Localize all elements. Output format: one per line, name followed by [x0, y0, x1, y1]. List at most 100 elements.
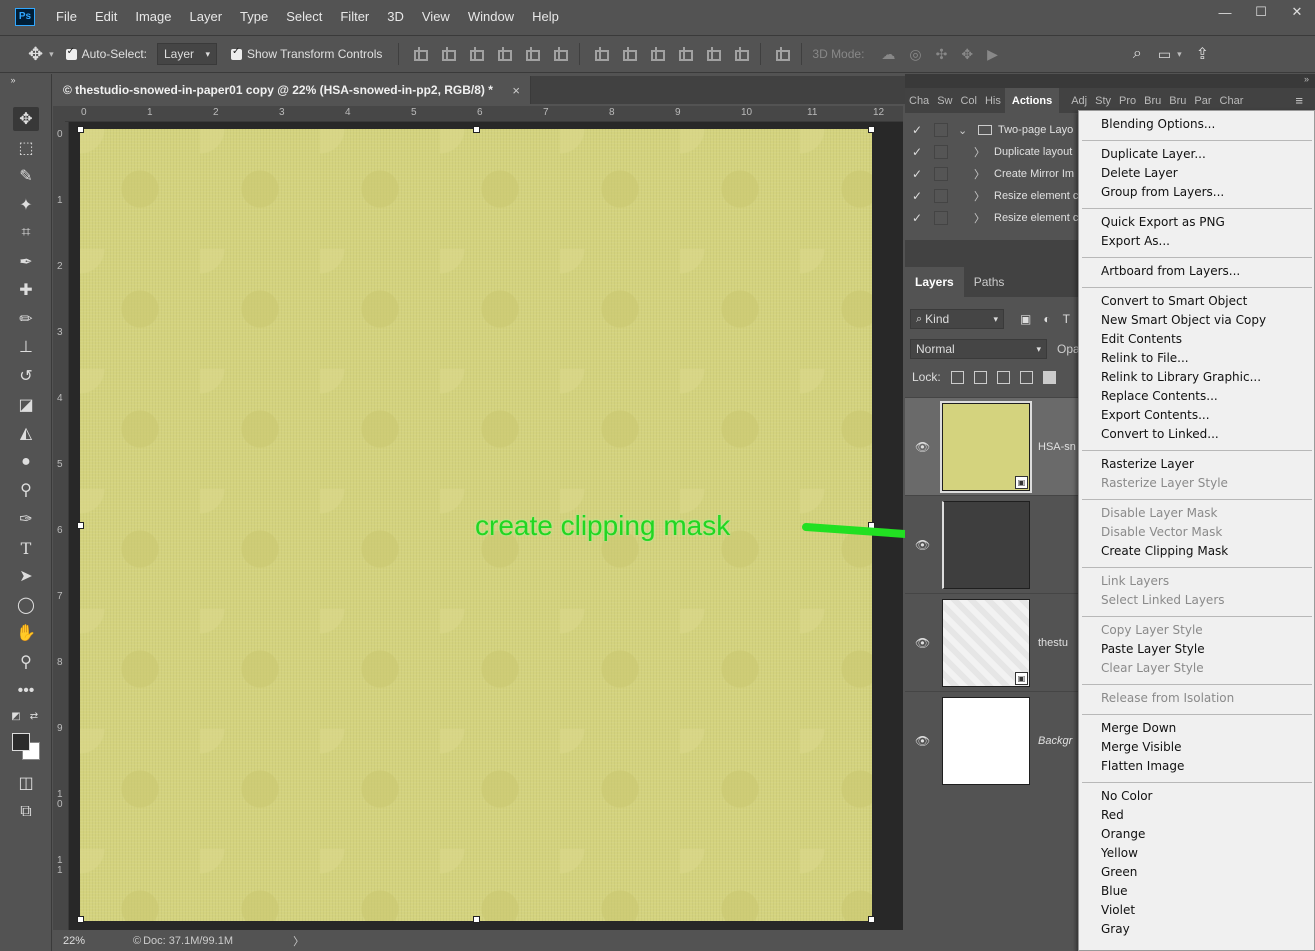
default-colors-icon[interactable]: ◩: [10, 710, 22, 722]
magic-wand-tool-icon[interactable]: ✦: [13, 193, 39, 217]
panel-tab[interactable]: Pro: [1115, 95, 1140, 107]
layer-name[interactable]: HSA-sn: [1038, 441, 1076, 453]
swap-colors-icon[interactable]: ⇄: [28, 710, 40, 722]
3d-slide-icon[interactable]: ✥: [961, 46, 973, 63]
panel-tab[interactable]: Adj: [1067, 95, 1091, 107]
menu-edit[interactable]: Edit: [86, 9, 126, 24]
eye-icon[interactable]: 👁: [915, 734, 930, 748]
panel-tab[interactable]: Sty: [1091, 95, 1115, 107]
auto-align-icon[interactable]: [773, 46, 791, 62]
history-brush-tool-icon[interactable]: ↺: [13, 364, 39, 388]
brush-tool-icon[interactable]: ✏: [13, 307, 39, 331]
tool-preset-chevron-icon[interactable]: ▾: [49, 49, 54, 60]
close-icon[interactable]: ×: [512, 83, 520, 98]
layer-thumbnail[interactable]: ▣: [940, 400, 1032, 493]
path-selection-tool-icon[interactable]: ➤: [13, 564, 39, 588]
vertical-ruler[interactable]: 0 1 2 3 4 5 6 7 8 9 1 0 1 1: [53, 122, 69, 930]
context-menu-item[interactable]: Flatten Image: [1101, 759, 1184, 773]
panel-tab[interactable]: Char: [1216, 95, 1248, 107]
panel-tab[interactable]: Bru: [1140, 95, 1165, 107]
check-icon[interactable]: ✓: [912, 189, 926, 203]
dodge-tool-icon[interactable]: ⚲: [13, 478, 39, 502]
lock-transparent-icon[interactable]: [950, 370, 964, 384]
menu-type[interactable]: Type: [231, 9, 277, 24]
panel-tab[interactable]: Par: [1190, 95, 1215, 107]
dialog-toggle-box[interactable]: [934, 189, 948, 203]
more-tools-icon[interactable]: •••: [13, 679, 39, 703]
chevron-down-icon[interactable]: ⌄: [958, 124, 972, 137]
context-menu-item[interactable]: Artboard from Layers...: [1101, 264, 1240, 278]
quick-mask-icon[interactable]: ◫: [13, 771, 39, 795]
context-menu-item[interactable]: Green: [1101, 865, 1137, 879]
blur-tool-icon[interactable]: ●: [13, 450, 39, 474]
status-chevron-icon[interactable]: 〉: [293, 933, 304, 949]
layer-thumbnail[interactable]: [942, 696, 1030, 785]
chevron-right-icon[interactable]: 〉: [974, 166, 988, 182]
context-menu-item[interactable]: Quick Export as PNG: [1101, 215, 1225, 229]
tab-layers[interactable]: Layers: [905, 267, 964, 297]
collapse-panel-icon[interactable]: »: [6, 74, 20, 86]
share-icon[interactable]: ⇪: [1196, 44, 1209, 64]
layer-filter-kind-dropdown[interactable]: ⌕ Kind ▾: [910, 309, 1004, 329]
context-menu-item[interactable]: Create Clipping Mask: [1101, 544, 1228, 558]
tab-paths[interactable]: Paths: [964, 267, 1015, 297]
screen-mode-icon[interactable]: ⧉: [13, 800, 39, 824]
pen-tool-icon[interactable]: ✑: [13, 507, 39, 531]
horizontal-ruler[interactable]: 0 1 2 3 4 5 6 7 8 9 10 11 12: [65, 106, 903, 122]
search-icon[interactable]: ⌕: [1133, 45, 1142, 63]
workspace-icon[interactable]: ▭: [1158, 46, 1171, 63]
panel-menu-icon[interactable]: ≡: [1295, 93, 1303, 108]
context-menu-item[interactable]: Blending Options...: [1101, 117, 1215, 131]
healing-brush-tool-icon[interactable]: ✚: [13, 278, 39, 302]
filter-pixel-icon[interactable]: ▣: [1020, 312, 1031, 326]
chevron-down-icon[interactable]: ▾: [1177, 49, 1182, 60]
menu-layer[interactable]: Layer: [181, 9, 232, 24]
context-menu-item[interactable]: Export As...: [1101, 234, 1170, 248]
ellipse-tool-icon[interactable]: ◯: [13, 593, 39, 617]
transform-handle[interactable]: [868, 126, 875, 133]
panel-tab[interactable]: Bru: [1165, 95, 1190, 107]
context-menu-item[interactable]: Orange: [1101, 827, 1145, 841]
panel-dock-header[interactable]: »: [905, 74, 1315, 88]
context-menu-item[interactable]: Replace Contents...: [1101, 389, 1218, 403]
panel-tab[interactable]: Actions: [1004, 88, 1060, 113]
check-icon[interactable]: ✓: [912, 211, 926, 225]
menu-3d[interactable]: 3D: [378, 9, 413, 24]
blend-mode-dropdown[interactable]: Normal ▾: [910, 339, 1047, 359]
context-menu-item[interactable]: Blue: [1101, 884, 1128, 898]
dialog-toggle-box[interactable]: [934, 211, 948, 225]
dialog-toggle-box[interactable]: [934, 145, 948, 159]
distribute-left-icon[interactable]: [676, 46, 694, 62]
transform-handle[interactable]: [868, 916, 875, 923]
context-menu-item[interactable]: Gray: [1101, 922, 1130, 936]
marquee-tool-icon[interactable]: ⬚: [13, 136, 39, 160]
filter-type-icon[interactable]: T: [1063, 312, 1070, 326]
panel-tab[interactable]: Col: [956, 95, 981, 107]
transform-handle[interactable]: [77, 522, 84, 529]
align-left-icon[interactable]: [495, 46, 513, 62]
collapse-panels-icon[interactable]: »: [1304, 74, 1309, 84]
layer-name[interactable]: thestu: [1038, 637, 1068, 649]
context-menu-item[interactable]: Rasterize Layer: [1101, 457, 1194, 471]
move-tool-icon[interactable]: ✥: [13, 107, 39, 131]
context-menu-item[interactable]: Convert to Linked...: [1101, 427, 1219, 441]
transform-handle[interactable]: [77, 126, 84, 133]
dialog-toggle-box[interactable]: [934, 167, 948, 181]
eye-icon[interactable]: 👁: [915, 440, 930, 454]
context-menu-item[interactable]: Duplicate Layer...: [1101, 147, 1206, 161]
align-vcenter-icon[interactable]: [439, 46, 457, 62]
document-tab[interactable]: © thestudio-snowed-in-paper01 copy @ 22%…: [53, 76, 531, 104]
layer-thumbnail[interactable]: [942, 500, 1030, 589]
context-menu-item[interactable]: Paste Layer Style: [1101, 642, 1205, 656]
distribute-top-icon[interactable]: [592, 46, 610, 62]
layer-thumbnail[interactable]: ▣: [942, 598, 1030, 687]
lasso-tool-icon[interactable]: ✎: [13, 164, 39, 188]
chevron-right-icon[interactable]: 〉: [974, 188, 988, 204]
3d-pan-icon[interactable]: ✣: [936, 46, 948, 63]
panel-tab[interactable]: Cha: [905, 95, 933, 107]
stamp-tool-icon[interactable]: ⊥: [13, 335, 39, 359]
dialog-toggle-box[interactable]: [934, 123, 948, 137]
align-hcenter-icon[interactable]: [523, 46, 541, 62]
auto-select-target-dropdown[interactable]: Layer ▾: [157, 43, 217, 65]
eyedropper-tool-icon[interactable]: ✒: [13, 250, 39, 274]
